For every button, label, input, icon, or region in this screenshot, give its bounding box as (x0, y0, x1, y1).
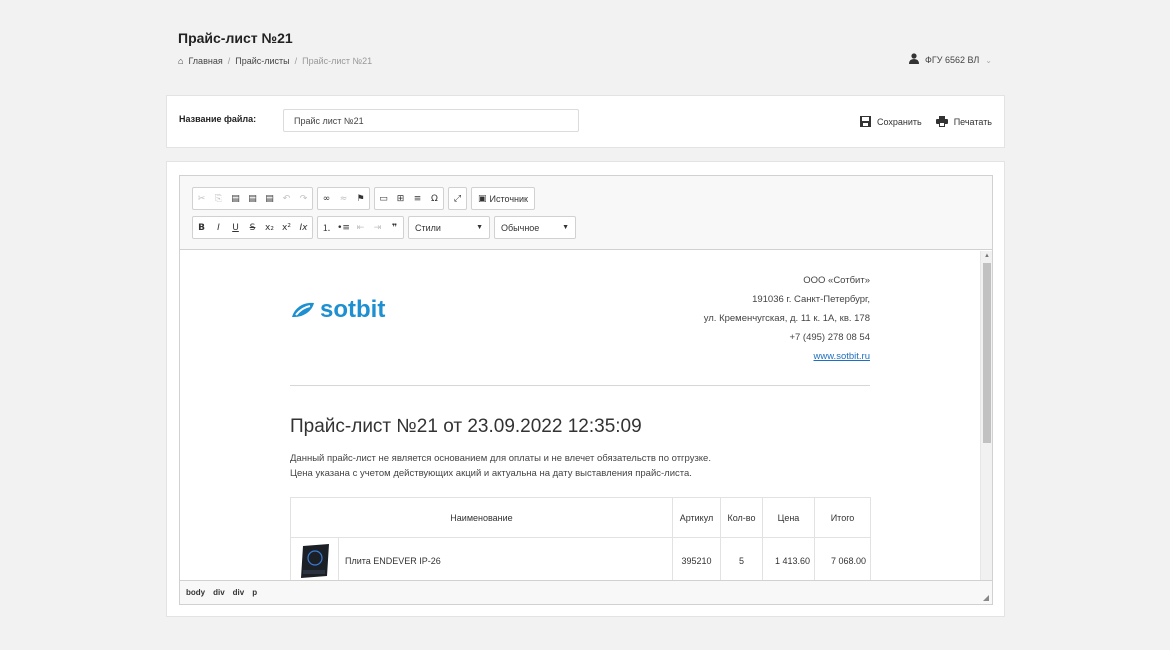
path-div[interactable]: div (213, 588, 225, 597)
blockquote-icon[interactable]: ❞ (386, 217, 403, 238)
editor-scrollbar[interactable]: ▲ (980, 251, 992, 580)
redo-icon[interactable]: ↷ (295, 188, 312, 209)
element-path-bar: body div div p (180, 580, 992, 604)
product-article: 395210 (672, 537, 721, 580)
breadcrumb-separator: / (227, 56, 231, 66)
styles-dropdown[interactable]: Стили ▼ (408, 216, 490, 239)
col-article: Артикул (672, 497, 721, 538)
editor-panel: ✂ ⎘ ▤ ▤ ▤ ↶ ↷ ∞ ≈ ⚑ ▭ ⊞ ≡ Ω ⤢ ▣ Источник… (166, 161, 1005, 617)
price-table: Наименование Артикул Кол-во Цена Итого П… (290, 497, 871, 580)
user-name: ФГУ 6562 ВЛ (925, 55, 980, 65)
breadcrumb-separator: / (294, 56, 298, 66)
editor-toolbar: ✂ ⎘ ▤ ▤ ▤ ↶ ↷ ∞ ≈ ⚑ ▭ ⊞ ≡ Ω ⤢ ▣ Источник… (180, 176, 992, 250)
scroll-thumb[interactable] (983, 263, 991, 443)
logo-text: sotbit (320, 296, 386, 323)
undo-icon[interactable]: ↶ (278, 188, 295, 209)
subscript-icon[interactable]: x₂ (261, 217, 278, 238)
paste-word-icon[interactable]: ▤ (261, 188, 278, 209)
note-line-2: Цена указана с учетом действующих акций … (290, 468, 692, 479)
dropdown-arrow-icon: ▼ (476, 224, 483, 231)
col-total: Итого (814, 497, 871, 538)
superscript-icon[interactable]: x² (278, 217, 295, 238)
underline-icon[interactable]: U (227, 217, 244, 238)
unlink-icon[interactable]: ≈ (335, 188, 352, 209)
cut-icon[interactable]: ✂ (193, 188, 210, 209)
company-street: ул. Кременчугская, д. 11 к. 1А, кв. 178 (703, 313, 870, 324)
product-price: 1 413.60 (762, 537, 815, 580)
chevron-down-icon: ⌄ (985, 55, 992, 65)
resize-handle-icon[interactable] (983, 595, 989, 601)
col-name: Наименование (290, 497, 673, 538)
link-icon[interactable]: ∞ (318, 188, 335, 209)
sotbit-logo: sotbit (290, 296, 385, 324)
path-p[interactable]: p (252, 588, 257, 597)
indent-icon[interactable]: ⇥ (369, 217, 386, 238)
print-button[interactable]: Печатать (935, 116, 992, 127)
horizontal-line-icon[interactable]: ≡ (409, 188, 426, 209)
source-label: Источник (489, 193, 528, 204)
product-qty: 5 (720, 537, 763, 580)
breadcrumb-current: Прайс-лист №21 (302, 56, 373, 66)
path-body[interactable]: body (186, 588, 205, 597)
numbered-list-icon[interactable]: ⒈ (318, 217, 335, 238)
editor-content[interactable]: sotbit ООО «Сотбит» 191036 г. Санкт-Пете… (180, 251, 980, 580)
table-header-row: Наименование Артикул Кол-во Цена Итого (290, 497, 871, 538)
col-qty: Кол-во (720, 497, 763, 538)
table-icon[interactable]: ⊞ (392, 188, 409, 209)
breadcrumb-home[interactable]: Главная (188, 56, 222, 66)
logo-mark-icon (292, 302, 314, 317)
product-name: Плита ENDEVER IP-26 (338, 537, 673, 580)
table-row: Плита ENDEVER IP-26 395210 5 1 413.60 7 … (290, 537, 871, 580)
italic-icon[interactable]: I (210, 217, 227, 238)
paste-icon[interactable]: ▤ (227, 188, 244, 209)
user-menu[interactable]: ФГУ 6562 ВЛ ⌄ (909, 53, 992, 67)
product-image-cell (290, 537, 339, 580)
company-city: 191036 г. Санкт-Петербург, (752, 294, 870, 305)
path-div[interactable]: div (233, 588, 245, 597)
maximize-icon[interactable]: ⤢ (449, 188, 466, 209)
note-line-1: Данный прайс-лист не является основанием… (290, 453, 711, 464)
product-image (300, 543, 329, 578)
styles-label: Стили (415, 222, 441, 233)
dropdown-arrow-icon: ▼ (562, 224, 569, 231)
print-label: Печатать (953, 116, 992, 127)
filename-input[interactable] (283, 109, 579, 132)
bulleted-list-icon[interactable]: •≡ (335, 217, 352, 238)
company-info: ООО «Сотбит» 191036 г. Санкт-Петербург, … (704, 271, 870, 366)
print-icon (935, 116, 948, 127)
special-char-icon[interactable]: Ω (426, 188, 443, 209)
col-price: Цена (762, 497, 815, 538)
home-icon: ⌂ (178, 56, 184, 66)
source-icon: ▣ (478, 193, 487, 203)
save-icon (859, 116, 871, 127)
filename-label: Название файла: (179, 114, 257, 124)
anchor-icon[interactable]: ⚑ (352, 188, 369, 209)
product-total: 7 068.00 (814, 537, 871, 580)
document-note: Данный прайс-лист не является основанием… (290, 451, 711, 481)
format-dropdown[interactable]: Обычное ▼ (494, 216, 576, 239)
format-label: Обычное (501, 222, 540, 233)
strike-icon[interactable]: S (244, 217, 261, 238)
breadcrumb-price-lists[interactable]: Прайс-листы (235, 56, 289, 66)
paste-text-icon[interactable]: ▤ (244, 188, 261, 209)
document-heading: Прайс-лист №21 от 23.09.2022 12:35:09 (290, 416, 642, 437)
user-icon (909, 53, 920, 67)
filename-panel: Название файла: Сохранить Печатать (166, 95, 1005, 148)
page-title: Прайс-лист №21 (178, 30, 293, 46)
rich-text-editor: ✂ ⎘ ▤ ▤ ▤ ↶ ↷ ∞ ≈ ⚑ ▭ ⊞ ≡ Ω ⤢ ▣ Источник… (179, 175, 993, 605)
breadcrumb: ⌂ Главная / Прайс-листы / Прайс-лист №21 (178, 56, 372, 66)
company-name: ООО «Сотбит» (803, 275, 870, 286)
save-label: Сохранить (876, 116, 922, 127)
save-button[interactable]: Сохранить (859, 116, 922, 127)
image-icon[interactable]: ▭ (375, 188, 392, 209)
company-website-link[interactable]: www.sotbit.ru (814, 351, 871, 362)
source-button[interactable]: ▣ Источник (472, 188, 534, 209)
outdent-icon[interactable]: ⇤ (352, 217, 369, 238)
company-phone: +7 (495) 278 08 54 (789, 332, 870, 343)
scroll-up-icon[interactable]: ▲ (984, 253, 990, 259)
divider (290, 385, 870, 386)
bold-icon[interactable]: B (193, 217, 210, 238)
copy-icon[interactable]: ⎘ (210, 188, 227, 209)
remove-format-icon[interactable]: Ix (295, 217, 312, 238)
